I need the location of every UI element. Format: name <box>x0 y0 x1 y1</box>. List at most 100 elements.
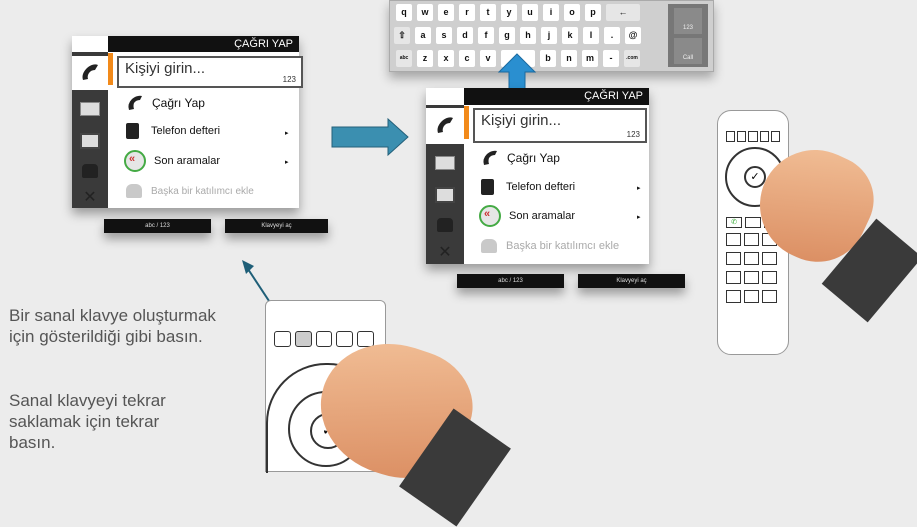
remote-softkey[interactable] <box>748 131 758 142</box>
laptop-icon <box>80 133 100 149</box>
keypad-key[interactable] <box>744 271 759 284</box>
call-menu-panel-right: ÇAĞRI YAP ✕ Kişiyi girin... 123 Çağrı Ya… <box>426 88 649 264</box>
contact-input-value: Kişiyi girin... <box>481 112 562 129</box>
keyboard-key[interactable]: z <box>417 50 433 67</box>
keyboard-key[interactable]: o <box>564 4 580 21</box>
keyboard-key[interactable]: v <box>480 50 496 67</box>
focus-indicator <box>108 53 113 85</box>
keyboard-key[interactable]: n <box>561 50 577 67</box>
keypad-key[interactable] <box>726 252 741 265</box>
remote-softkey[interactable] <box>737 131 747 142</box>
keyboard-key[interactable]: l <box>583 27 599 44</box>
remote-softkey[interactable] <box>759 131 769 142</box>
remote-key[interactable] <box>745 217 761 228</box>
person-icon <box>437 218 453 232</box>
sidebar-laptop-tab[interactable] <box>72 126 108 156</box>
softkey-open-keyboard[interactable]: Klavyeyi aç <box>225 219 328 233</box>
sidebar-call-tab[interactable] <box>72 56 108 90</box>
keyboard-key[interactable]: p <box>585 4 601 21</box>
handset-icon <box>437 117 453 133</box>
menu-item-recent-calls[interactable]: « Son aramalar <box>479 204 575 228</box>
keyboard-key[interactable]: r <box>459 4 475 21</box>
presentation-icon <box>80 102 100 116</box>
menu-item-add-participant[interactable]: Başka bir katılımcı ekle <box>126 180 254 202</box>
keyboard-side-panel: 123 Call <box>668 4 708 67</box>
keyboard-key[interactable]: - <box>603 50 619 67</box>
keyboard-key[interactable]: q <box>396 4 412 21</box>
phonebook-icon <box>126 123 139 139</box>
call-key-icon[interactable]: ✆ <box>726 217 742 228</box>
keypad-key[interactable] <box>762 252 777 265</box>
keyboard-key[interactable]: .com <box>624 50 640 67</box>
keyboard-key[interactable]: x <box>438 50 454 67</box>
keypad-key[interactable] <box>726 233 741 246</box>
contact-input[interactable]: Kişiyi girin... 123 <box>473 108 647 143</box>
keypad-key[interactable] <box>726 271 741 284</box>
keyboard-key[interactable]: abc <box>396 50 412 67</box>
keyboard-key[interactable]: e <box>438 4 454 21</box>
sidebar-contacts-tab[interactable] <box>72 156 108 186</box>
menu-header: ÇAĞRI YAP <box>464 88 649 105</box>
keyboard-key[interactable]: f <box>478 27 494 44</box>
input-mode-hint: 123 <box>626 130 640 139</box>
keyboard-key[interactable]: a <box>415 27 431 44</box>
keyboard-key[interactable]: . <box>604 27 620 44</box>
keyboard-key[interactable]: u <box>522 4 538 21</box>
keyboard-key[interactable]: i <box>543 4 559 21</box>
keypad-key[interactable] <box>744 252 759 265</box>
menu-item-add-participant[interactable]: Başka bir katılımcı ekle <box>481 234 619 258</box>
keyboard-key[interactable]: m <box>582 50 598 67</box>
softkey-abc-123[interactable]: abc / 123 <box>457 274 564 288</box>
remote-softkey[interactable] <box>726 131 736 142</box>
remote-softkey[interactable] <box>274 331 291 347</box>
keypad-key[interactable] <box>762 290 777 303</box>
keyboard-key[interactable]: ⇧ <box>394 27 410 44</box>
keypad-key[interactable] <box>726 290 741 303</box>
sidebar-presentation-tab[interactable] <box>72 94 108 124</box>
remote-softkey-pressed[interactable] <box>294 331 312 347</box>
menu-item-call[interactable]: Çağrı Yap <box>126 92 205 114</box>
softkey-abc-123[interactable]: abc / 123 <box>104 219 211 233</box>
sidebar-contacts-tab[interactable] <box>426 210 464 240</box>
add-participant-icon <box>126 184 142 198</box>
remote-softkey[interactable] <box>315 331 333 347</box>
sidebar-call-tab[interactable] <box>426 108 464 144</box>
numeric-toggle-key[interactable]: 123 <box>674 8 702 34</box>
keyboard-key[interactable]: h <box>520 27 536 44</box>
menu-item-call[interactable]: Çağrı Yap <box>481 147 560 169</box>
submenu-arrow-icon: ▸ <box>285 130 289 137</box>
sidebar-settings-tab[interactable]: ✕ <box>72 186 108 208</box>
keyboard-key[interactable]: b <box>540 50 556 67</box>
keyboard-key[interactable]: c <box>459 50 475 67</box>
sidebar-laptop-tab[interactable] <box>426 180 464 210</box>
recent-calls-icon: « <box>124 150 146 172</box>
menu-item-recent-calls[interactable]: « Son aramalar <box>124 149 220 173</box>
softkey-open-keyboard[interactable]: Klavyeyi aç <box>578 274 685 288</box>
keypad-key[interactable] <box>744 233 759 246</box>
sidebar-presentation-tab[interactable] <box>426 148 464 178</box>
keypad-key[interactable] <box>744 290 759 303</box>
contact-input[interactable]: Kişiyi girin... 123 <box>117 56 303 88</box>
keyboard-key[interactable]: t <box>480 4 496 21</box>
keyboard-key[interactable]: d <box>457 27 473 44</box>
keyboard-key[interactable]: w <box>417 4 433 21</box>
keypad-key[interactable] <box>762 271 777 284</box>
submenu-arrow-icon: ▸ <box>637 185 641 192</box>
remote-softkey[interactable] <box>770 131 781 142</box>
menu-item-phonebook[interactable]: Telefon defteri <box>126 120 220 142</box>
keyboard-key[interactable]: j <box>541 27 557 44</box>
keyboard-key[interactable]: y <box>501 4 517 21</box>
menu-item-phonebook[interactable]: Telefon defteri <box>481 176 575 198</box>
keyboard-key[interactable]: ← <box>606 4 640 21</box>
sidebar-settings-tab[interactable]: ✕ <box>426 240 464 264</box>
input-mode-hint: 123 <box>282 75 296 84</box>
blue-right-arrow <box>331 117 409 157</box>
keyboard-key[interactable]: k <box>562 27 578 44</box>
keyboard-key[interactable]: @ <box>625 27 641 44</box>
keyboard-key[interactable]: s <box>436 27 452 44</box>
keyboard-key[interactable]: g <box>499 27 515 44</box>
remote-soft-keys <box>726 131 781 142</box>
remote-softkey[interactable] <box>336 331 354 347</box>
tools-icon: ✕ <box>438 244 452 261</box>
keyboard-call-key[interactable]: Call <box>674 38 702 64</box>
